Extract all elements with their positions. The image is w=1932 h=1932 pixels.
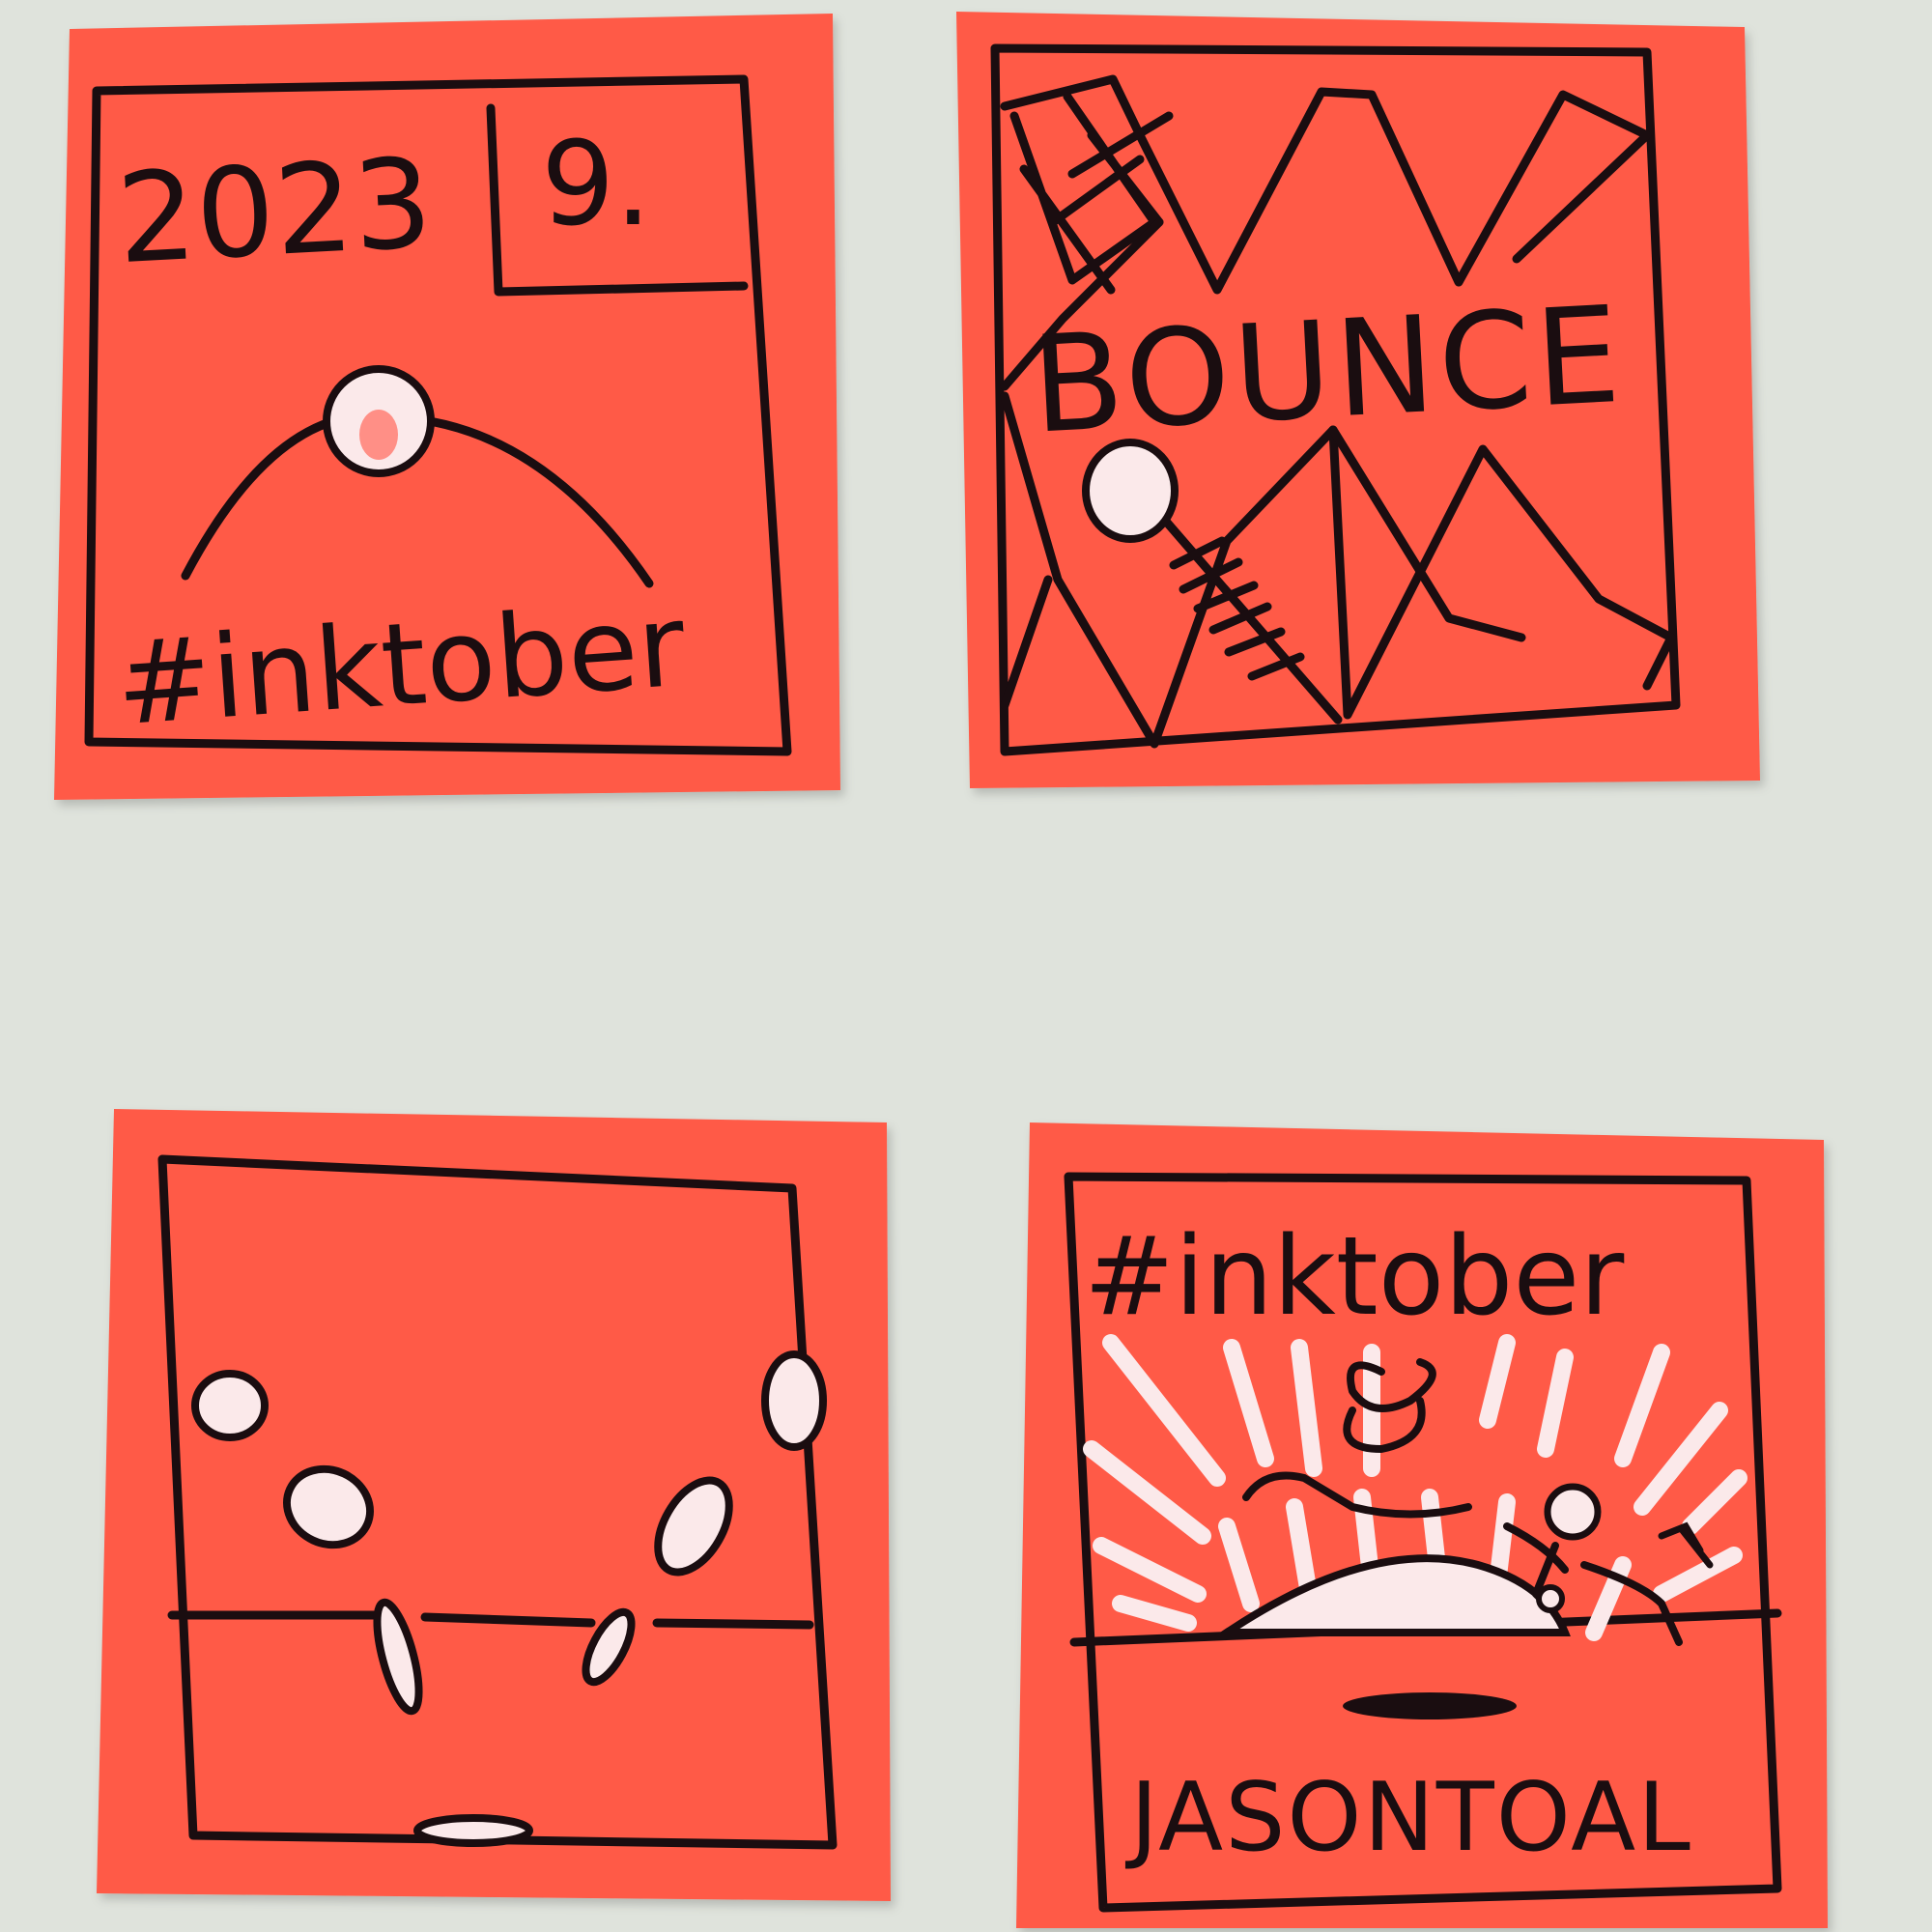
ball-shadow xyxy=(1343,1692,1517,1719)
bounce-word: BOUNCE xyxy=(1028,277,1627,464)
sticky-note-3 xyxy=(97,1109,891,1901)
sticky-note-1: 2023 9. #inktober xyxy=(54,14,840,800)
sticky-note-comic: 2023 9. #inktober BOUNCE #inktober JASON… xyxy=(0,0,1932,1932)
ball-frame-1 xyxy=(191,1370,269,1441)
ball-frame-4 xyxy=(413,1814,533,1847)
sticky-note-2: BOUNCE xyxy=(956,12,1760,788)
day-number: 9. xyxy=(541,118,652,252)
year-label: 2023 xyxy=(114,131,436,292)
artist-signature: JASONTOAL xyxy=(1124,1763,1692,1873)
ball-frame-7 xyxy=(761,1350,827,1451)
sticky-note-4: #inktober JASONTOAL xyxy=(1016,1122,1828,1928)
ball-icon xyxy=(323,365,435,477)
hashtag-label: #inktober xyxy=(1084,1214,1625,1340)
